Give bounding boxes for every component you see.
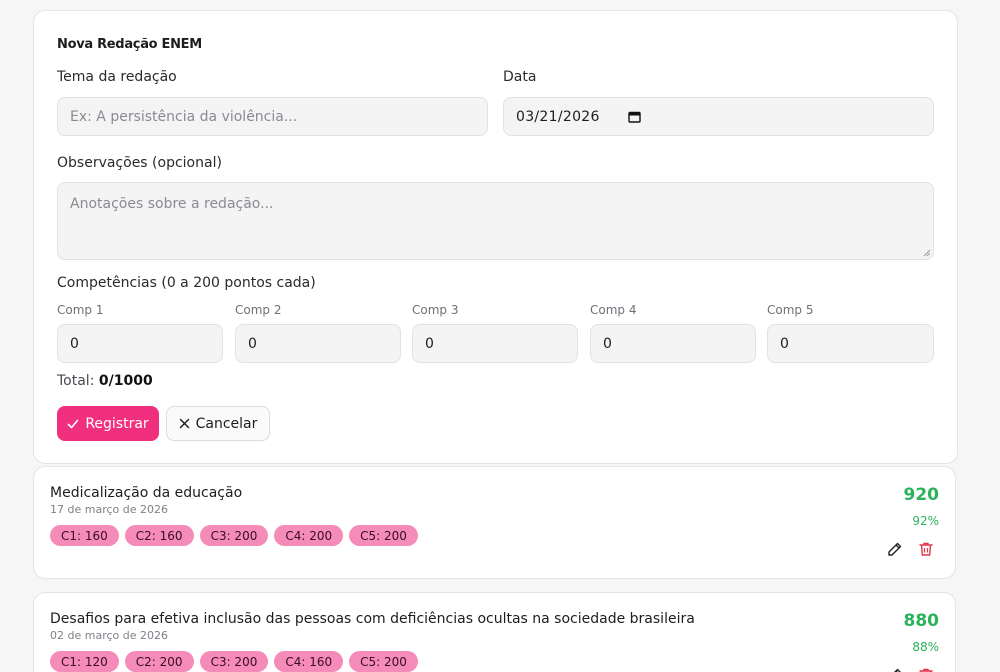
competency-chip: C2: 160 (124, 525, 194, 546)
essay-card: Desafios para efetiva inclusão das pesso… (33, 592, 956, 672)
competencies-label: Competências (0 a 200 pontos cada) (57, 275, 316, 291)
competency-chip: C3: 200 (199, 525, 269, 546)
trash-icon[interactable] (918, 541, 934, 557)
essay-card: Medicalização da educação 17 de março de… (33, 466, 956, 579)
essay-title: Medicalização da educação (50, 485, 243, 501)
comp-2-label: Comp 2 (235, 303, 282, 317)
cancel-button[interactable]: Cancelar (166, 406, 270, 441)
total-label: Total: (57, 373, 95, 389)
notes-textarea[interactable] (57, 182, 934, 260)
competency-chip: C1: 160 (50, 525, 119, 546)
comp-4-label: Comp 4 (590, 303, 637, 317)
notes-label: Observações (opcional) (57, 155, 222, 171)
date-value: 03/21/2026 (516, 108, 600, 125)
total-value: 0/1000 (98, 373, 153, 389)
check-icon (68, 419, 79, 428)
calendar-icon[interactable] (628, 111, 641, 123)
pencil-icon[interactable] (887, 541, 903, 557)
new-essay-form: Nova Redação ENEM Tema da redação Data 0… (33, 10, 958, 464)
essay-percent: 92% (912, 514, 939, 528)
essay-score: 920 (903, 485, 940, 505)
resize-handle-icon[interactable] (923, 249, 931, 257)
register-button[interactable]: Registrar (57, 406, 159, 441)
comp-3-input[interactable] (412, 324, 578, 363)
comp-2-input[interactable] (235, 324, 401, 363)
competency-chip: C4: 160 (274, 651, 344, 672)
essay-date: 17 de março de 2026 (50, 503, 168, 516)
competency-chip: C5: 200 (349, 651, 418, 672)
cancel-label: Cancelar (195, 415, 258, 432)
competency-chip: C1: 120 (50, 651, 119, 672)
total-score: Total: 0/1000 (57, 373, 153, 389)
theme-input[interactable] (57, 97, 488, 136)
essay-score: 880 (903, 611, 940, 631)
competency-chip: C2: 200 (124, 651, 194, 672)
competency-chip: C3: 200 (199, 651, 269, 672)
comp-1-label: Comp 1 (57, 303, 104, 317)
notes-wrapper (57, 182, 934, 260)
comp-3-label: Comp 3 (412, 303, 459, 317)
pencil-icon[interactable] (887, 667, 903, 672)
trash-icon[interactable] (918, 667, 934, 672)
comp-5-label: Comp 5 (767, 303, 814, 317)
competency-chips: C1: 120 C2: 200 C3: 200 C4: 160 C5: 200 (50, 651, 418, 672)
theme-label: Tema da redação (57, 69, 177, 85)
competency-chip: C4: 200 (274, 525, 344, 546)
essay-date: 02 de março de 2026 (50, 629, 168, 642)
comp-5-input[interactable] (767, 324, 934, 363)
essay-percent: 88% (912, 640, 939, 654)
date-label: Data (503, 69, 537, 85)
competency-chips: C1: 160 C2: 160 C3: 200 C4: 200 C5: 200 (50, 525, 418, 546)
form-title: Nova Redação ENEM (57, 37, 202, 52)
competency-chip: C5: 200 (349, 525, 418, 546)
comp-4-input[interactable] (590, 324, 756, 363)
comp-1-input[interactable] (57, 324, 223, 363)
date-input[interactable]: 03/21/2026 (503, 97, 934, 136)
essay-title: Desafios para efetiva inclusão das pesso… (50, 611, 695, 627)
close-icon (179, 418, 189, 429)
register-label: Registrar (85, 415, 149, 432)
